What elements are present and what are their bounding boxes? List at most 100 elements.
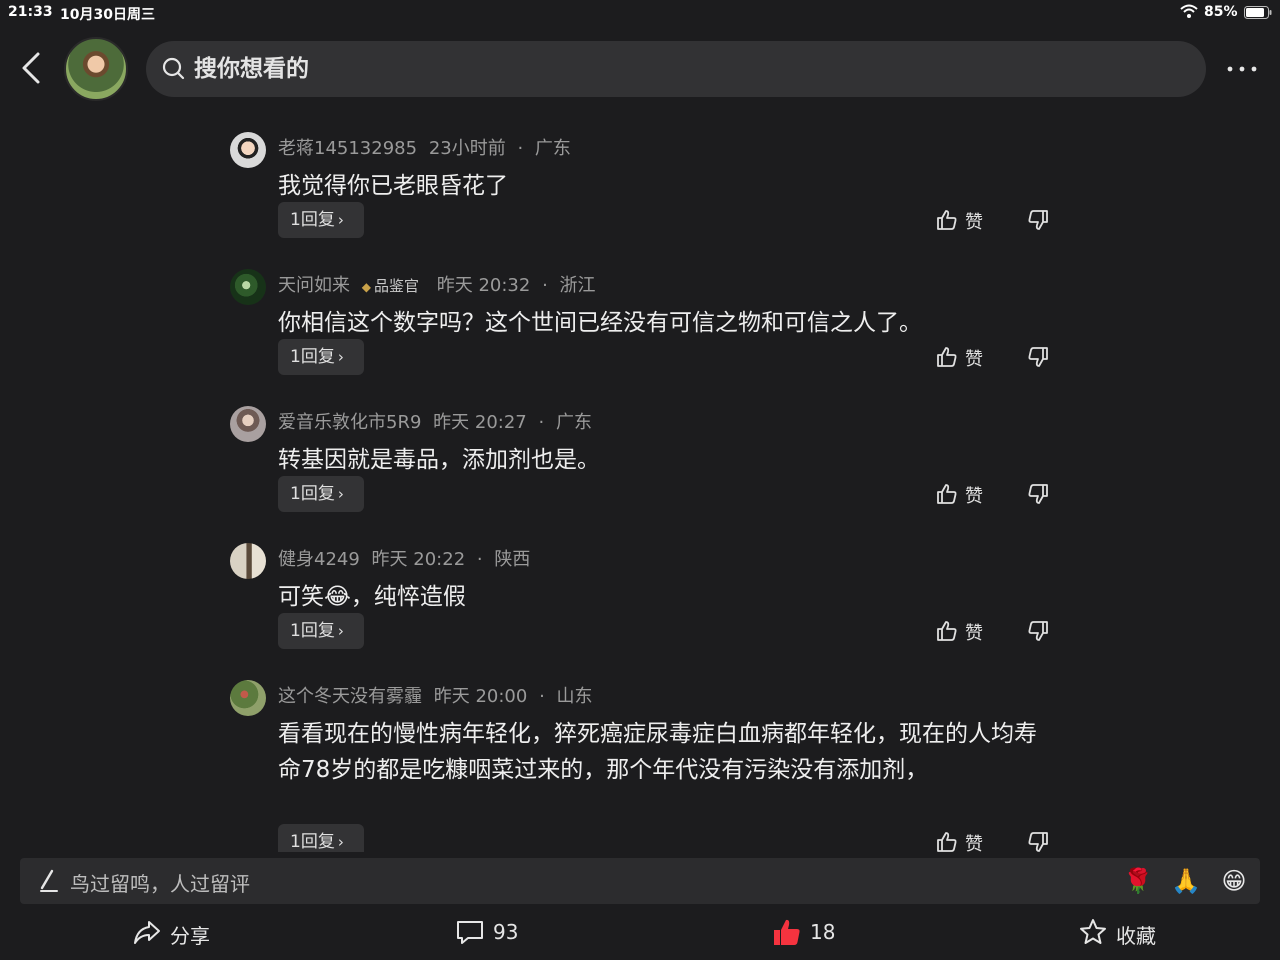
comment-meta: 老蒋145132985 23小时前 · 广东 <box>278 134 577 159</box>
comment-dislike-button[interactable] <box>1026 339 1056 375</box>
meta-separator: · <box>538 412 545 433</box>
comment-dislike-button[interactable] <box>1026 202 1056 238</box>
like-label: 赞 <box>965 834 983 852</box>
comment-dislike-button[interactable] <box>1026 613 1056 649</box>
commenter-avatar[interactable] <box>230 406 266 442</box>
bottom-action-bar: 分享 93 18 收藏 <box>0 906 1280 960</box>
commenter-name[interactable]: 天问如来 <box>278 275 350 296</box>
rose-emoji-button[interactable]: 🌹 <box>1122 865 1154 897</box>
reply-count-button[interactable]: 1回复 › <box>278 202 364 238</box>
commenter-name[interactable]: 这个冬天没有雾霾 <box>278 686 422 707</box>
favorite-label: 收藏 <box>1116 924 1156 948</box>
comment-like-button[interactable]: 赞 <box>935 202 995 238</box>
chevron-right-icon: › <box>337 211 344 229</box>
favorite-button[interactable]: 收藏 <box>1078 914 1168 950</box>
comment-count-button[interactable]: 93 <box>455 914 535 950</box>
commenter-badge: ◆ 品鉴官 <box>362 277 425 295</box>
thumb-up-icon <box>937 832 957 852</box>
commenter-avatar[interactable] <box>230 132 266 168</box>
thumb-up-icon <box>937 210 957 230</box>
comment-text: 我觉得你已老眼昏花了 <box>278 173 508 199</box>
search-input[interactable] <box>194 49 1174 89</box>
reply-count-button[interactable]: 1回复 › <box>278 613 364 649</box>
comment-like-button[interactable]: 赞 <box>935 824 995 852</box>
back-icon[interactable] <box>16 48 46 88</box>
status-time: 21:33 <box>8 4 53 20</box>
meta-separator: · <box>542 275 548 296</box>
chevron-right-icon: › <box>337 485 344 503</box>
comment-icon <box>457 921 483 944</box>
comment-item: 健身4249 昨天 20:22 · 陕西 可笑😂，纯悴造假 1回复 › 赞 <box>230 533 1070 663</box>
comment-like-button[interactable]: 赞 <box>935 476 995 512</box>
like-count: 18 <box>810 920 836 944</box>
header <box>0 36 1280 102</box>
like-label: 赞 <box>965 349 983 370</box>
battery-percent: 85% <box>1204 4 1238 20</box>
share-label: 分享 <box>170 924 210 948</box>
comment-input-placeholder[interactable]: 鸟过留鸣，人过留评 <box>70 868 250 897</box>
star-icon <box>1080 919 1106 944</box>
grin-emoji-button[interactable]: 😁 <box>1218 865 1250 897</box>
thumb-up-icon <box>937 621 957 641</box>
meta-separator: · <box>517 138 524 159</box>
thumb-down-icon <box>1028 210 1048 230</box>
like-post-button[interactable]: 18 <box>772 914 852 950</box>
meta-separator: · <box>476 549 483 570</box>
comment-text: 你相信这个数字吗？这个世间已经没有可信之物和可信之人了。 <box>278 310 922 336</box>
commenter-name[interactable]: 健身4249 <box>278 549 360 570</box>
share-button[interactable]: 分享 <box>132 914 222 950</box>
like-label: 赞 <box>965 486 983 507</box>
commenter-avatar[interactable] <box>230 269 266 305</box>
comment-like-button[interactable]: 赞 <box>935 613 995 649</box>
commenter-name[interactable]: 老蒋145132985 <box>278 138 417 159</box>
search-icon <box>162 57 185 80</box>
thumb-up-icon <box>937 484 957 504</box>
comment-time: 昨天 20:00 <box>433 686 528 707</box>
comment-list: 老蒋145132985 23小时前 · 广东 我觉得你已老眼昏花了 1回复 › 赞… <box>0 112 1280 852</box>
like-label: 赞 <box>965 623 983 644</box>
comment-location: 广东 <box>534 138 571 159</box>
comment-meta: 天问如来 ◆ 品鉴官 昨天 20:32 · 浙江 <box>278 271 602 296</box>
like-label: 赞 <box>965 212 983 233</box>
comment-time: 23小时前 <box>428 138 506 159</box>
chevron-right-icon: › <box>337 622 344 640</box>
comment-text: 转基因就是毒品，添加剂也是。 <box>278 447 600 473</box>
more-icon[interactable] <box>1222 54 1262 84</box>
commenter-avatar[interactable] <box>230 680 266 716</box>
comment-input-bar[interactable]: 鸟过留鸣，人过留评 🌹 🙏 😁 <box>20 858 1260 904</box>
comment-dislike-button[interactable] <box>1026 476 1056 512</box>
comment-location: 广东 <box>555 412 592 433</box>
share-icon <box>134 921 160 944</box>
comment-item: 爱音乐敦化市5R9 昨天 20:27 · 广东 转基因就是毒品，添加剂也是。 1… <box>230 396 1070 526</box>
reply-count-button[interactable]: 1回复 › <box>278 476 364 512</box>
search-bar[interactable] <box>146 41 1206 97</box>
chevron-right-icon: › <box>337 833 344 851</box>
comment-item: 天问如来 ◆ 品鉴官 昨天 20:32 · 浙江 你相信这个数字吗？这个世间已经没… <box>230 259 1070 389</box>
comment-text: 看看现在的慢性病年轻化，猝死癌症尿毒症白血病都年轻化，现在的人均寿命78岁的都是… <box>278 721 1037 783</box>
thumb-down-icon <box>1028 484 1048 504</box>
badge-label: 品鉴官 <box>373 277 419 295</box>
author-avatar[interactable] <box>64 37 128 101</box>
comment-time: 昨天 20:22 <box>371 549 466 570</box>
comment-count: 93 <box>493 920 519 944</box>
comment-like-button[interactable]: 赞 <box>935 339 995 375</box>
thumb-down-icon <box>1028 347 1048 367</box>
comment-location: 浙江 <box>559 275 596 296</box>
reply-count-button[interactable]: 1回复 › <box>278 339 364 375</box>
commenter-avatar[interactable] <box>230 543 266 579</box>
meta-separator: · <box>539 686 545 707</box>
battery-icon <box>1244 6 1272 19</box>
reply-count-button[interactable]: 1回复 › <box>278 824 364 852</box>
commenter-name[interactable]: 爱音乐敦化市5R9 <box>278 412 421 433</box>
thumb-down-icon <box>1028 832 1048 852</box>
comment-dislike-button[interactable] <box>1026 824 1056 852</box>
reply-count-label: 1回复 <box>290 347 335 367</box>
reply-count-label: 1回复 <box>290 621 335 641</box>
thumb-up-icon <box>937 347 957 367</box>
thumb-down-icon <box>1028 621 1048 641</box>
comment-location: 陕西 <box>494 549 531 570</box>
comment-meta: 健身4249 昨天 20:22 · 陕西 <box>278 545 536 570</box>
comment-item: 这个冬天没有雾霾 昨天 20:00 · 山东 看看现在的慢性病年轻化，猝死癌症尿… <box>230 670 1070 852</box>
thumb-up-filled-icon <box>774 919 800 945</box>
pray-emoji-button[interactable]: 🙏 <box>1170 865 1202 897</box>
